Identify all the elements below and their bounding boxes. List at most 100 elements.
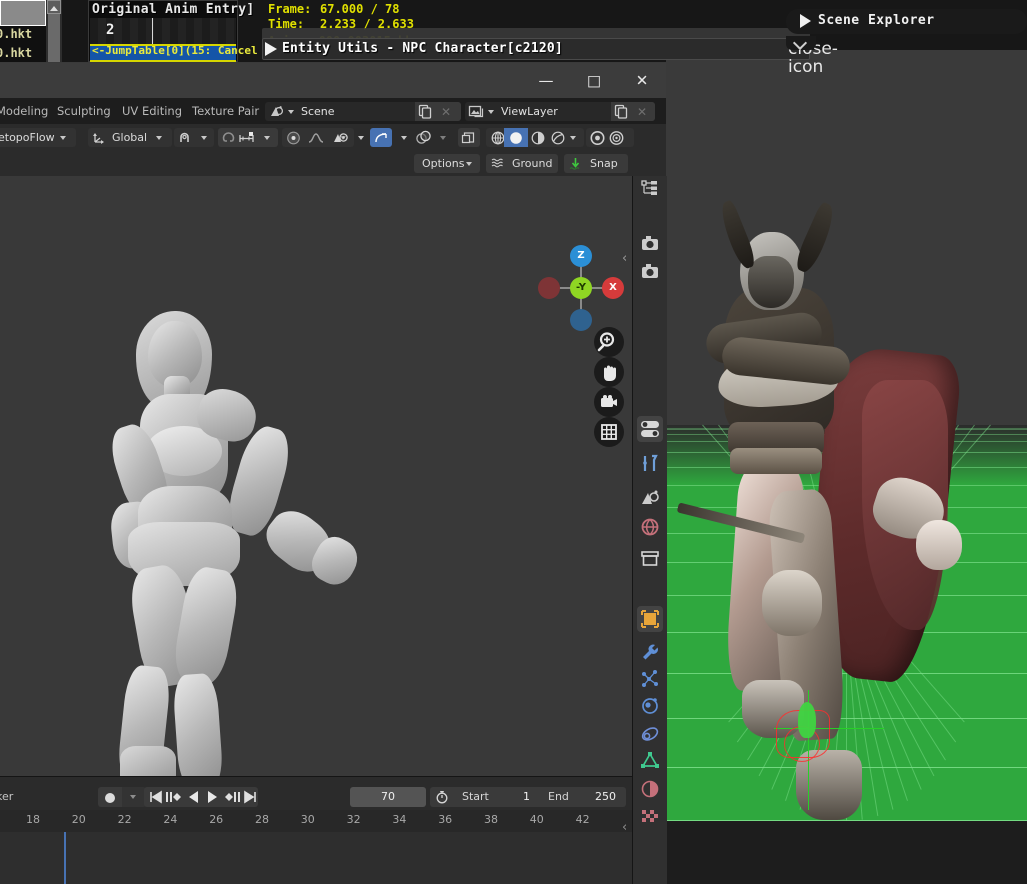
duplicate-icon[interactable]: [613, 104, 629, 119]
chevron-down-icon[interactable]: [786, 36, 816, 50]
properties-tab-object-properties[interactable]: [637, 606, 663, 632]
window-minimize-button[interactable]: —: [522, 63, 570, 98]
properties-tab-physics[interactable]: [637, 693, 663, 719]
properties-tab-scene-props[interactable]: [637, 486, 663, 512]
timeline-track-area[interactable]: [0, 832, 632, 884]
snap-magnet-active-icon[interactable]: [221, 131, 236, 145]
chevron-down-icon: [130, 795, 136, 799]
jump-to-end-button[interactable]: [241, 787, 260, 807]
snap-increment-icon[interactable]: [238, 131, 255, 145]
tab-sculpting[interactable]: Sculpting: [57, 101, 111, 121]
scroll-up-icon[interactable]: [47, 0, 61, 14]
properties-tab-outliner[interactable]: [637, 176, 663, 202]
smooth-falloff-icon[interactable]: [308, 131, 324, 145]
file-list-panel[interactable]: 0.hkt 0.hkt: [0, 0, 51, 62]
properties-tab-world[interactable]: [637, 514, 663, 540]
chevron-down-icon[interactable]: [264, 136, 270, 140]
file-list-selected-row[interactable]: [0, 0, 46, 26]
current-frame-field[interactable]: 70: [350, 787, 426, 807]
chevron-down-icon[interactable]: [288, 110, 294, 114]
properties-tab-column[interactable]: [632, 176, 667, 884]
camera-button[interactable]: [594, 387, 624, 417]
chevron-left-icon[interactable]: ‹: [622, 820, 627, 835]
window-close-button[interactable]: ✕: [618, 63, 666, 98]
navigation-gizmo[interactable]: Z X -Y: [538, 245, 624, 331]
chevron-down-icon[interactable]: [156, 136, 162, 140]
gizmo-axis-neg-y[interactable]: -Y: [570, 277, 592, 299]
zoom-icon: [594, 327, 624, 357]
x-icon[interactable]: ✕: [637, 105, 647, 119]
chevron-down-icon[interactable]: [201, 136, 207, 140]
use-preview-range-button[interactable]: [430, 787, 454, 807]
gizmo-axis-x[interactable]: X: [602, 277, 624, 299]
shading-solid-icon[interactable]: [508, 131, 524, 145]
properties-tab-constraints[interactable]: [637, 721, 663, 747]
timeline-tick: 18: [26, 813, 40, 826]
window-maximize-button[interactable]: □: [570, 63, 618, 98]
viewlayer-datablock[interactable]: ViewLayer ✕: [465, 102, 655, 121]
duplicate-icon[interactable]: [417, 104, 433, 119]
jump-to-start-button[interactable]: [146, 787, 165, 807]
viewport-shading-icon[interactable]: [589, 130, 606, 146]
next-keyframe-button[interactable]: [222, 787, 241, 807]
chevron-down-icon[interactable]: [358, 136, 364, 140]
timeline-tick: 30: [301, 813, 315, 826]
properties-tab-texture-checker[interactable]: [637, 804, 663, 830]
gizmo-axis-z[interactable]: Z: [570, 245, 592, 267]
auto-key-options-button[interactable]: [122, 787, 146, 807]
viewport-render-icon[interactable]: [608, 130, 625, 146]
properties-tab-tool-wrench-screwdriver[interactable]: [637, 451, 663, 477]
gizmo-icon[interactable]: [373, 131, 389, 145]
properties-tab-modifier-wrench[interactable]: [637, 639, 663, 665]
properties-tab-particles[interactable]: [637, 666, 663, 692]
ground-button[interactable]: Ground: [486, 154, 558, 173]
render-viewport[interactable]: [666, 50, 1027, 821]
play-triangle-icon[interactable]: [257, 36, 283, 62]
chevron-down-icon[interactable]: [401, 136, 407, 140]
chevron-left-icon[interactable]: ‹: [622, 251, 627, 266]
scene-datablock[interactable]: Scene ✕: [265, 102, 461, 121]
grid-button[interactable]: [594, 417, 624, 447]
chevron-down-icon[interactable]: [488, 110, 494, 114]
proportional-edit-icon[interactable]: [286, 131, 301, 145]
properties-tab-toggle-switch[interactable]: [637, 416, 663, 442]
snap-button[interactable]: Snap: [564, 154, 628, 173]
properties-tab-collection-box[interactable]: [637, 546, 663, 572]
tab-modeling[interactable]: Modeling: [0, 101, 48, 121]
overlays-icon[interactable]: [415, 130, 432, 146]
shading-rendered-icon[interactable]: [550, 131, 566, 145]
pan-button[interactable]: [594, 357, 624, 387]
chevron-down-icon[interactable]: [440, 136, 446, 140]
prev-keyframe-icon: [165, 787, 184, 807]
start-frame-field[interactable]: Start 1: [454, 787, 540, 807]
timeline-ruler[interactable]: 18202224262830323436384042: [0, 810, 632, 832]
play-reverse-button[interactable]: [184, 787, 203, 807]
properties-tab-render-camera[interactable]: [637, 231, 663, 257]
prev-keyframe-button[interactable]: [165, 787, 184, 807]
properties-tab-object-data-triangle[interactable]: [637, 748, 663, 774]
play-button[interactable]: [203, 787, 222, 807]
object-properties-icon: [637, 606, 663, 632]
file-list-scrollbar-thumb[interactable]: [48, 14, 60, 62]
gizmo-axis-neg-z[interactable]: [570, 309, 592, 331]
chevron-down-icon[interactable]: [466, 162, 472, 166]
gizmo-axis-neg-x[interactable]: [538, 277, 560, 299]
timeline-playhead[interactable]: [64, 832, 66, 884]
shading-material-icon[interactable]: [530, 131, 546, 145]
tab-texture-paint[interactable]: Texture Pair: [192, 101, 259, 121]
chevron-down-icon[interactable]: [60, 136, 66, 140]
tab-uv-editing[interactable]: UV Editing: [122, 101, 182, 121]
x-icon[interactable]: ✕: [441, 105, 451, 119]
eye-icon[interactable]: [332, 130, 350, 146]
properties-tab-material-sphere[interactable]: [637, 776, 663, 802]
record-dot-icon: [105, 793, 115, 803]
properties-tab-output-printer[interactable]: [637, 259, 663, 285]
zoom-button[interactable]: [594, 327, 624, 357]
options-dropdown[interactable]: Options: [414, 154, 480, 173]
snap-magnet-icon[interactable]: [177, 131, 192, 145]
end-frame-field[interactable]: End 250: [540, 787, 626, 807]
anim-entry-header: Original Anim Entry]: [92, 2, 255, 17]
xray-icon[interactable]: [461, 131, 477, 145]
orientation-label: Global: [112, 128, 147, 147]
chevron-down-icon[interactable]: [570, 136, 576, 140]
